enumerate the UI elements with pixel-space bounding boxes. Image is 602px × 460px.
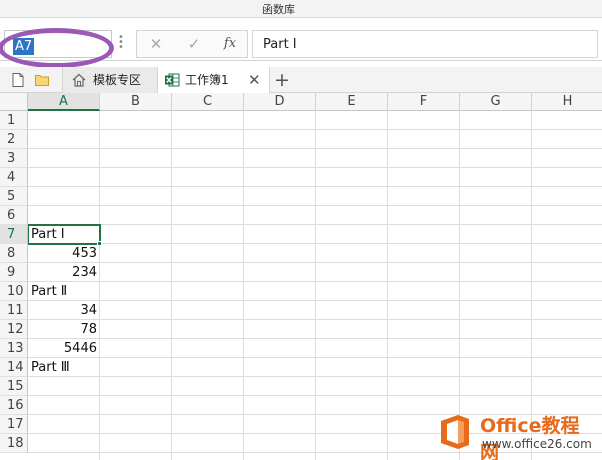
row-header-1[interactable]: 1	[0, 111, 28, 130]
office-logo-icon	[441, 415, 469, 449]
formula-bar: A7 • • • ✕ ✓ fx Part Ⅰ	[0, 26, 602, 68]
row-header-8[interactable]: 8	[0, 244, 28, 263]
workbook-tab-strip: 模板专区 工作簿1 ✕ +	[0, 67, 602, 93]
new-document-icon[interactable]	[10, 72, 26, 88]
column-header-f[interactable]: F	[388, 93, 460, 111]
row-header-12[interactable]: 12	[0, 320, 28, 339]
row-header-14[interactable]: 14	[0, 358, 28, 377]
tab-workbook1[interactable]: 工作簿1 ✕	[158, 67, 270, 93]
column-header-d[interactable]: D	[244, 93, 316, 111]
row-header-10[interactable]: 10	[0, 282, 28, 301]
add-tab-icon[interactable]: +	[271, 67, 293, 93]
insert-function-button[interactable]: fx	[219, 34, 241, 54]
tab-template-zone[interactable]: 模板专区	[62, 67, 158, 93]
watermark-title: Office教程网	[480, 415, 580, 460]
select-all-corner[interactable]	[0, 93, 28, 111]
column-header-b[interactable]: B	[100, 93, 172, 111]
close-icon[interactable]: ✕	[145, 34, 167, 54]
highlight-annotation	[0, 28, 114, 68]
row-header-11[interactable]: 11	[0, 301, 28, 320]
column-header-a[interactable]: A	[28, 93, 100, 111]
watermark-url: www.office26.com	[482, 437, 592, 451]
row-header-5[interactable]: 5	[0, 187, 28, 206]
row-header-13[interactable]: 13	[0, 339, 28, 358]
spreadsheet-grid: ABCDEFGH Part Ⅰ 453 234 Part Ⅱ 34 78 5446 Part …	[0, 93, 602, 460]
formula-input[interactable]: Part Ⅰ	[252, 30, 598, 58]
row-header-16[interactable]: 16	[0, 396, 28, 415]
cell-a10[interactable]: Part Ⅱ	[28, 282, 100, 301]
row-header-17[interactable]: 17	[0, 415, 28, 434]
row-header-2[interactable]: 2	[0, 130, 28, 149]
column-header-e[interactable]: E	[316, 93, 388, 111]
column-header-h[interactable]: H	[532, 93, 602, 111]
cell-area[interactable]: Part Ⅰ 453 234 Part Ⅱ 34 78 5446 Part Ⅲ	[27, 111, 602, 460]
row-header-7[interactable]: 7	[0, 225, 28, 244]
formula-value: Part Ⅰ	[263, 37, 297, 52]
home-icon	[72, 73, 86, 87]
cell-a14[interactable]: Part Ⅲ	[28, 358, 100, 377]
cell-a12[interactable]: 78	[28, 320, 100, 339]
ribbon-strip: 函数库	[0, 0, 602, 18]
cell-a13[interactable]: 5446	[28, 339, 100, 358]
excel-icon	[165, 73, 180, 87]
formula-buttons: ✕ ✓ fx	[136, 30, 248, 58]
row-header-15[interactable]: 15	[0, 377, 28, 396]
row-header-6[interactable]: 6	[0, 206, 28, 225]
tab-template-label: 模板专区	[93, 73, 142, 87]
row-header-18[interactable]: 18	[0, 434, 28, 453]
row-header-9[interactable]: 9	[0, 263, 28, 282]
check-icon[interactable]: ✓	[183, 34, 205, 54]
row-header-3[interactable]: 3	[0, 149, 28, 168]
column-header-g[interactable]: G	[460, 93, 532, 111]
fill-handle[interactable]	[97, 241, 102, 246]
office26-watermark: Office教程网 www.office26.com	[438, 411, 598, 460]
cell-a9[interactable]: 234	[28, 263, 100, 282]
column-header-c[interactable]: C	[172, 93, 244, 111]
cell-a8[interactable]: 453	[28, 244, 100, 263]
active-cell-border	[27, 224, 101, 245]
row-header-4[interactable]: 4	[0, 168, 28, 187]
folder-icon[interactable]	[34, 72, 50, 88]
more-vertical-icon[interactable]: • • •	[118, 33, 124, 53]
ribbon-group-label[interactable]: 函数库	[262, 1, 295, 17]
cell-a11[interactable]: 34	[28, 301, 100, 320]
close-tab-icon[interactable]: ✕	[248, 67, 261, 93]
column-headers: ABCDEFGH	[0, 93, 602, 111]
tab-workbook1-label: 工作簿1	[185, 73, 229, 87]
